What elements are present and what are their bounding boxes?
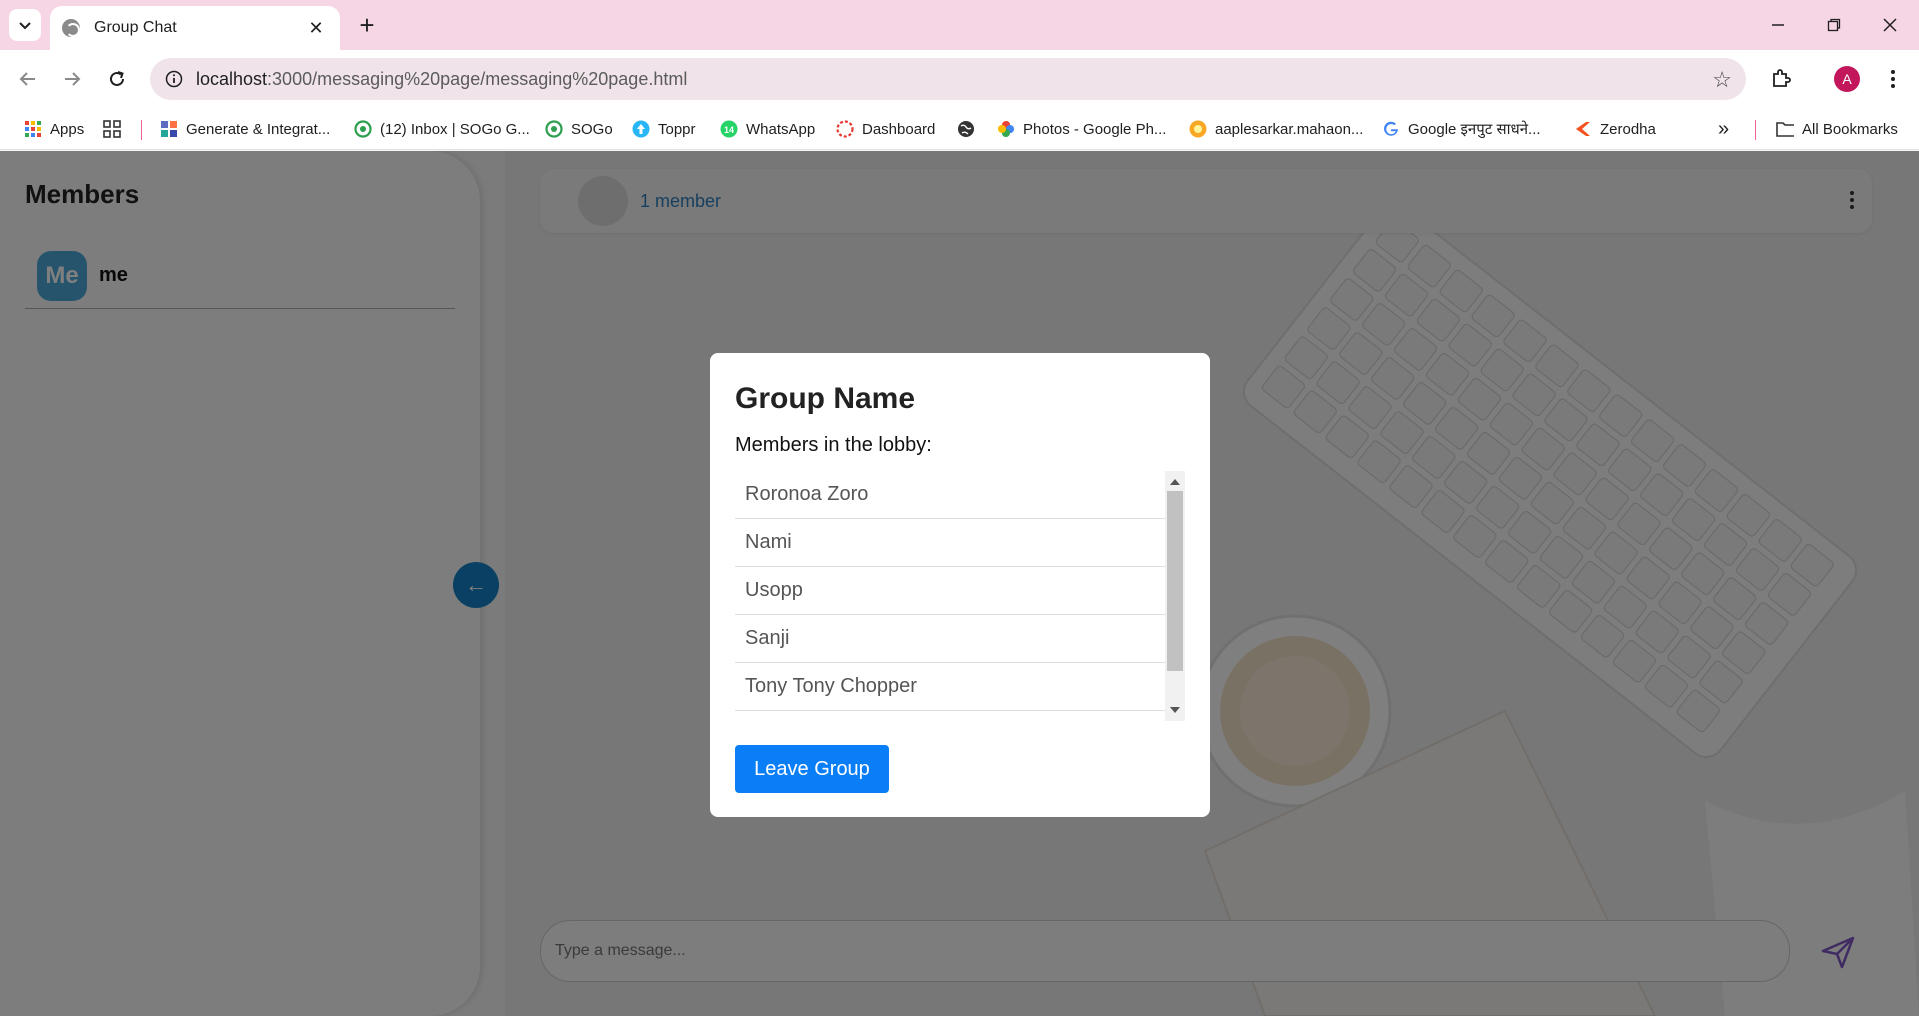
site-info-icon[interactable] [154, 58, 194, 100]
bookmark-generate[interactable]: Generate & Integrat... [160, 117, 330, 141]
scroll-up-icon[interactable] [1170, 479, 1180, 485]
puzzle-icon [1773, 69, 1791, 87]
tab-group-chat[interactable]: Group Chat ✕ [50, 6, 340, 50]
bookmark-label: Google इनपुट साधने... [1408, 121, 1541, 138]
bookmark-inbox-sogo[interactable]: (12) Inbox | SOGo G... [354, 117, 530, 141]
list-item: Tony Tony Chopper [735, 663, 1165, 711]
extensions-button[interactable] [1764, 62, 1798, 96]
bookmark-label: Apps [50, 120, 85, 138]
globe-icon [62, 19, 80, 37]
lobby-members-label: Members in the lobby: [735, 434, 932, 456]
reload-icon [110, 71, 124, 86]
minimize-icon [1772, 24, 1784, 26]
minimize-button[interactable] [1758, 8, 1798, 42]
bookmark-star-icon[interactable]: ☆ [1712, 67, 1732, 93]
scroll-down-icon[interactable] [1170, 707, 1180, 713]
bookmark-whatsapp[interactable]: 14 WhatsApp [720, 117, 815, 141]
bookmark-label: (12) Inbox | SOGo G... [380, 120, 530, 138]
bookmark-tab-groups[interactable] [103, 117, 129, 141]
bookmarks-overflow-icon[interactable]: » [1718, 117, 1729, 141]
bookmark-dashboard[interactable]: Dashboard [836, 117, 935, 141]
close-icon [1883, 18, 1897, 32]
bookmark-zerodha[interactable]: Zerodha [1574, 117, 1656, 141]
restore-button[interactable] [1814, 8, 1854, 42]
list-item: Usopp [735, 567, 1165, 615]
browser-menu-icon[interactable] [1880, 62, 1906, 96]
bookmark-photos[interactable]: Photos - Google Ph... [997, 117, 1166, 141]
back-button[interactable] [11, 62, 45, 96]
reload-button[interactable] [100, 62, 134, 96]
forward-button[interactable] [55, 62, 89, 96]
restore-icon [1827, 18, 1841, 32]
arrow-left-icon [19, 72, 35, 86]
leave-group-button[interactable]: Leave Group [735, 745, 889, 793]
url-host: localhost [196, 68, 268, 89]
toppr-icon [632, 120, 650, 138]
tab-groups-icon [103, 120, 121, 138]
bookmark-label: SOGo [571, 120, 613, 138]
all-bookmarks[interactable]: All Bookmarks [1776, 117, 1898, 141]
scrollbar[interactable] [1165, 471, 1185, 721]
tab-strip: Group Chat ✕ + [0, 0, 1919, 50]
bookmark-google-input[interactable]: Google इनपुट साधने... [1382, 117, 1541, 141]
tab-search-button[interactable] [9, 9, 41, 41]
url-text: localhost:3000/messaging%20page/messagin… [196, 69, 687, 90]
dashboard-icon [836, 120, 854, 138]
close-window-button[interactable] [1870, 8, 1910, 42]
list-item: Nami [735, 519, 1165, 567]
bookmark-label: aaplesarkar.mahaon... [1215, 120, 1364, 138]
lobby-member-list[interactable]: Roronoa Zoro Nami Usopp Sanji Tony Tony … [735, 471, 1185, 721]
browser-toolbar: localhost:3000/messaging%20page/messagin… [0, 50, 1919, 108]
tab-title: Group Chat [94, 19, 177, 36]
bookmark-aaplesarkar[interactable]: aaplesarkar.mahaon... [1189, 117, 1363, 141]
sogo-icon [545, 120, 563, 138]
globe-icon [957, 120, 975, 138]
url-path: :3000/messaging%20page/messaging%20page.… [267, 68, 688, 89]
address-bar[interactable]: localhost:3000/messaging%20page/messagin… [150, 58, 1746, 100]
grid-color-icon [160, 120, 178, 138]
chevron-down-icon [19, 22, 31, 30]
bookmark-label: Dashboard [862, 120, 936, 138]
photos-icon [997, 120, 1015, 138]
whatsapp-icon: 14 [720, 120, 738, 138]
bookmark-label: Photos - Google Ph... [1023, 120, 1167, 138]
group-info-modal: Group Name Members in the lobby: Roronoa… [710, 353, 1210, 817]
bookmark-sogo[interactable]: SOGo [545, 117, 613, 141]
bookmark-label: Generate & Integrat... [186, 120, 331, 138]
apps-grid-icon [24, 120, 42, 138]
bookmark-globe[interactable] [957, 117, 983, 141]
seal-icon [1189, 120, 1207, 138]
zerodha-icon [1574, 120, 1592, 138]
google-icon [1382, 120, 1400, 138]
bookmark-separator [141, 120, 142, 140]
bookmarks-bar: Apps Generate & Integrat... (12) Inbox |… [0, 108, 1919, 150]
arrow-right-icon [65, 72, 81, 86]
bookmark-toppr[interactable]: Toppr [632, 117, 696, 141]
profile-avatar[interactable]: A [1834, 66, 1860, 92]
bookmark-label: WhatsApp [746, 120, 816, 138]
sogo-icon [354, 120, 372, 138]
bookmark-separator [1755, 120, 1756, 140]
bookmark-label: Zerodha [1600, 120, 1656, 138]
bookmark-apps[interactable]: Apps [24, 117, 84, 141]
list-item: Roronoa Zoro [735, 471, 1165, 519]
new-tab-button[interactable]: + [352, 10, 382, 40]
all-bookmarks-label: All Bookmarks [1802, 120, 1898, 138]
whatsapp-badge-count: 14 [724, 125, 734, 135]
tab-close-icon[interactable]: ✕ [304, 18, 328, 39]
list-item: Sanji [735, 615, 1165, 663]
bookmark-label: Toppr [658, 120, 696, 138]
modal-title: Group Name [735, 382, 916, 415]
scroll-thumb[interactable] [1167, 491, 1183, 671]
folder-icon [1776, 120, 1794, 138]
